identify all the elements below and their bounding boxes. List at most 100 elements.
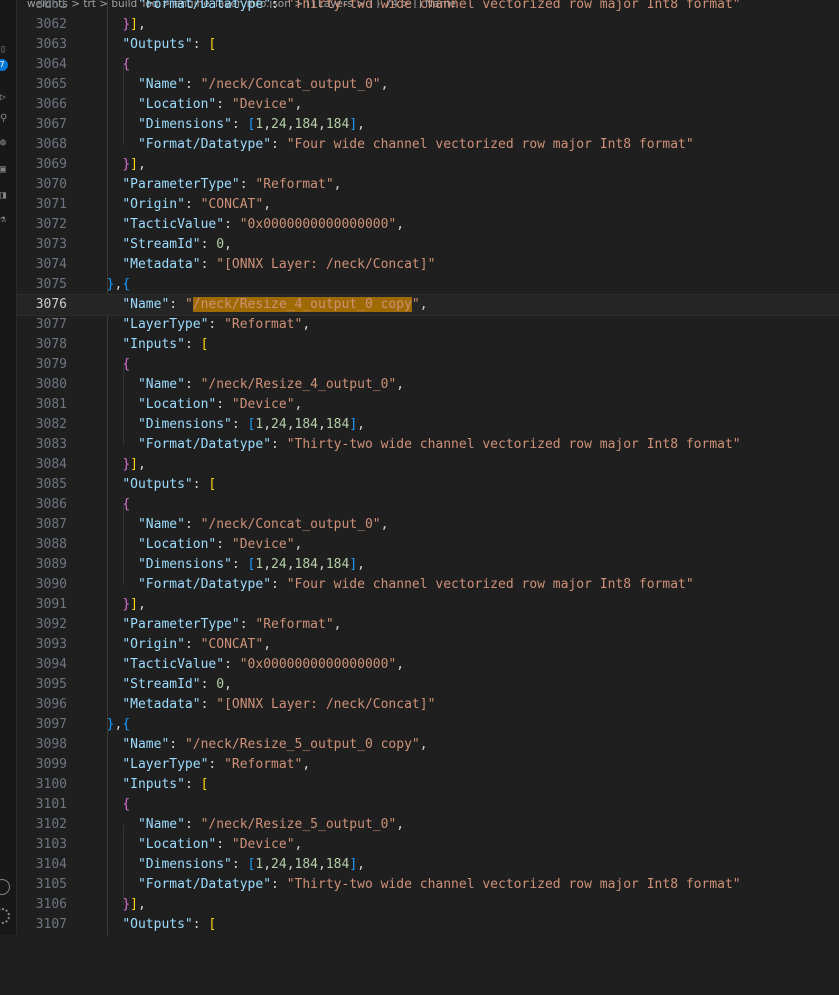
code-line[interactable]: 3072 "TacticValue": "0x0000000000000000"… <box>17 215 839 235</box>
code-line[interactable]: 3086 { <box>17 495 839 515</box>
code-line[interactable]: 3079 { <box>17 355 839 375</box>
code-line[interactable]: 3073 "StreamId": 0, <box>17 235 839 255</box>
code-line[interactable]: 3100 "Inputs": [ <box>17 775 839 795</box>
code-line[interactable]: 3084 }], <box>17 455 839 475</box>
code-line[interactable]: 3101 { <box>17 795 839 815</box>
code-line[interactable]: 3063 "Outputs": [ <box>17 35 839 55</box>
line-content: "Location": "Device", <box>137 397 303 412</box>
line-number: 3067 <box>35 117 67 132</box>
line-content: }], <box>122 597 146 612</box>
code-editor[interactable]: 3061 "Format/Datatype": "Thirty-two wide… <box>16 0 839 935</box>
line-content: "Inputs": [ <box>122 777 209 792</box>
line-number: 3104 <box>35 857 67 872</box>
code-line[interactable]: 3095 "StreamId": 0, <box>17 675 839 695</box>
line-content: "ParameterType": "Reformat", <box>122 617 342 632</box>
line-content: "Origin": "CONCAT", <box>122 637 272 652</box>
account-icon[interactable] <box>0 879 10 895</box>
line-number: 3085 <box>35 477 67 492</box>
line-number: 3089 <box>35 557 67 572</box>
line-content: "Location": "Device", <box>137 97 303 112</box>
code-line[interactable]: 3103 "Location": "Device", <box>17 835 839 855</box>
code-line[interactable]: 3107 "Outputs": [ <box>17 915 839 935</box>
line-content: "Outputs": [ <box>122 37 217 52</box>
code-line[interactable]: 3066 "Location": "Device", <box>17 95 839 115</box>
line-number: 3079 <box>35 357 67 372</box>
code-line[interactable]: 3091 }], <box>17 595 839 615</box>
line-number: 3086 <box>35 497 67 512</box>
line-number: 3081 <box>35 397 67 412</box>
code-line[interactable]: 3087 "Name": "/neck/Concat_output_0", <box>17 515 839 535</box>
line-content: "Format/Datatype": "Four wide channel ve… <box>137 577 694 592</box>
line-number: 3063 <box>35 37 67 52</box>
code-line[interactable]: 3093 "Origin": "CONCAT", <box>17 635 839 655</box>
explorer-icon[interactable]: ▯ <box>0 44 10 56</box>
code-line[interactable]: 3071 "Origin": "CONCAT", <box>17 195 839 215</box>
line-number: 3076 <box>35 297 67 312</box>
line-content: "ParameterType": "Reformat", <box>122 177 342 192</box>
code-line[interactable]: 3092 "ParameterType": "Reformat", <box>17 615 839 635</box>
code-line[interactable]: 3081 "Location": "Device", <box>17 395 839 415</box>
line-content: "Metadata": "[ONNX Layer: /neck/Concat]" <box>122 257 436 272</box>
code-line[interactable]: 3090 "Format/Datatype": "Four wide chann… <box>17 575 839 595</box>
code-line[interactable]: 3098 "Name": "/neck/Resize_5_output_0 co… <box>17 735 839 755</box>
code-line[interactable]: 3062 }], <box>17 15 839 35</box>
line-content: "Name": "/neck/Resize_4_output_0 copy", <box>122 297 428 312</box>
code-line[interactable]: 3105 "Format/Datatype": "Thirty-two wide… <box>17 875 839 895</box>
line-content: "Name": "/neck/Resize_5_output_0 copy", <box>122 737 428 752</box>
line-content: "Dimensions": [1,24,184,184], <box>137 857 365 872</box>
code-line[interactable]: 3102 "Name": "/neck/Resize_5_output_0", <box>17 815 839 835</box>
code-line[interactable]: 3083 "Format/Datatype": "Thirty-two wide… <box>17 435 839 455</box>
code-line[interactable]: 3078 "Inputs": [ <box>17 335 839 355</box>
line-content: "Metadata": "[ONNX Layer: /neck/Concat]" <box>122 697 436 712</box>
line-content: "LayerType": "Reformat", <box>122 757 311 772</box>
code-line[interactable]: 3064 { <box>17 55 839 75</box>
source-control-icon[interactable]: ◍ <box>0 137 10 149</box>
code-line[interactable]: 3070 "ParameterType": "Reformat", <box>17 175 839 195</box>
code-line[interactable]: 3065 "Name": "/neck/Concat_output_0", <box>17 75 839 95</box>
search-icon[interactable]: ⚲ <box>0 113 10 125</box>
line-content: "Format/Datatype": "Thirty-two wide chan… <box>137 0 741 12</box>
code-line[interactable]: 3074 "Metadata": "[ONNX Layer: /neck/Con… <box>17 255 839 275</box>
code-line[interactable]: 3075 },{ <box>17 275 839 295</box>
code-line[interactable]: 3099 "LayerType": "Reformat", <box>17 755 839 775</box>
code-line[interactable]: 3104 "Dimensions": [1,24,184,184], <box>17 855 839 875</box>
line-number: 3084 <box>35 457 67 472</box>
code-line[interactable]: 3096 "Metadata": "[ONNX Layer: /neck/Con… <box>17 695 839 715</box>
line-number: 3091 <box>35 597 67 612</box>
code-line[interactable]: 3068 "Format/Datatype": "Four wide chann… <box>17 135 839 155</box>
code-line[interactable]: 3067 "Dimensions": [1,24,184,184], <box>17 115 839 135</box>
line-content: "Name": "/neck/Concat_output_0", <box>137 77 389 92</box>
code-line[interactable]: 3061 "Format/Datatype": "Thirty-two wide… <box>17 0 839 15</box>
code-line-current[interactable]: 3076 "Name": "/neck/Resize_4_output_0 co… <box>16 294 839 316</box>
code-line[interactable]: 3106 }], <box>17 895 839 915</box>
code-line[interactable]: 3097 },{ <box>17 715 839 735</box>
line-content: "StreamId": 0, <box>122 677 232 692</box>
code-line[interactable]: 3088 "Location": "Device", <box>17 535 839 555</box>
code-line[interactable]: 3077 "LayerType": "Reformat", <box>17 315 839 335</box>
line-content: "Location": "Device", <box>137 837 303 852</box>
line-content: "TacticValue": "0x0000000000000000", <box>122 217 405 232</box>
line-content: { <box>122 497 131 512</box>
settings-gear-icon[interactable] <box>0 908 10 924</box>
selection-highlight: /neck/Resize_4_output_0 copy <box>192 297 412 312</box>
testing-icon[interactable]: ⚗ <box>0 214 10 226</box>
extensions-icon[interactable]: ▣ <box>0 164 10 176</box>
code-line[interactable]: 3085 "Outputs": [ <box>17 475 839 495</box>
line-number: 3090 <box>35 577 67 592</box>
code-line[interactable]: 3082 "Dimensions": [1,24,184,184], <box>17 415 839 435</box>
line-content: }], <box>122 897 146 912</box>
line-content: "TacticValue": "0x0000000000000000", <box>122 657 405 672</box>
code-line[interactable]: 3089 "Dimensions": [1,24,184,184], <box>17 555 839 575</box>
code-line[interactable]: 3069 }], <box>17 155 839 175</box>
code-line[interactable]: 3080 "Name": "/neck/Resize_4_output_0", <box>17 375 839 395</box>
line-content: "Format/Datatype": "Thirty-two wide chan… <box>137 877 741 892</box>
code-line[interactable]: 3094 "TacticValue": "0x0000000000000000"… <box>17 655 839 675</box>
line-number: 3101 <box>35 797 67 812</box>
remote-icon[interactable]: ◨ <box>0 190 10 202</box>
activity-bar: ▯ 7 ▷ ⚲ ◍ ▣ ◨ ⚗ <box>0 0 17 935</box>
line-content: "Dimensions": [1,24,184,184], <box>137 557 365 572</box>
run-debug-icon[interactable]: ▷ <box>0 92 10 104</box>
line-number: 3069 <box>35 157 67 172</box>
line-number: 3103 <box>35 837 67 852</box>
line-content: "Dimensions": [1,24,184,184], <box>137 117 365 132</box>
